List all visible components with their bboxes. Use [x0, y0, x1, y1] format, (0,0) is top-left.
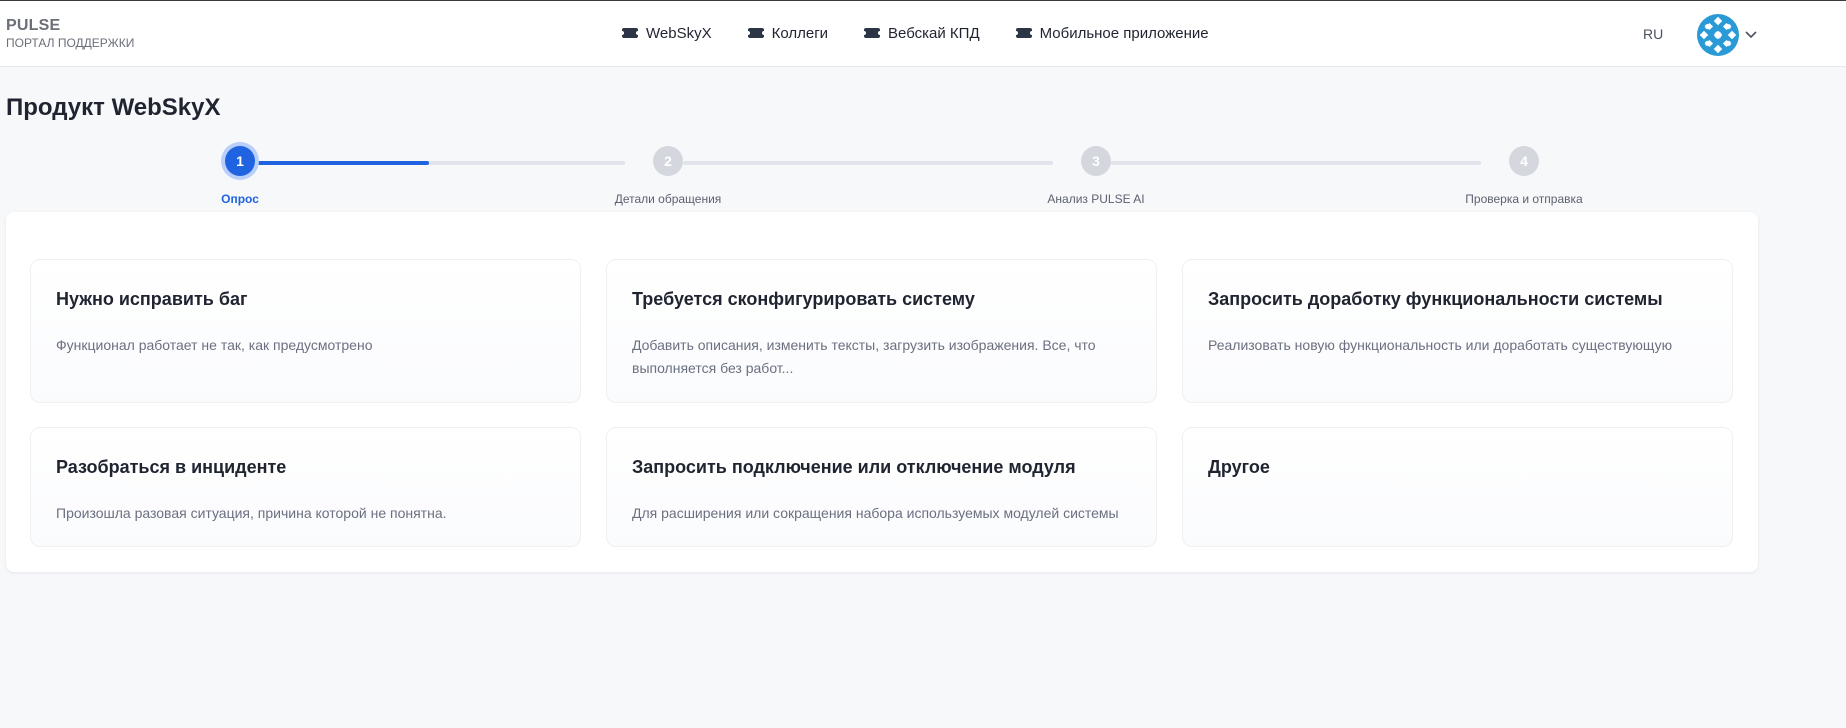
step-3[interactable]: 3 [1081, 146, 1111, 176]
top-header: PULSE ПОРТАЛ ПОДДЕРЖКИ WebSkyX Коллеги В… [0, 0, 1846, 67]
option-description: Произошла разовая ситуация, причина кото… [56, 505, 447, 521]
nav-item-webskyx[interactable]: WebSkyX [620, 23, 712, 43]
ticket-icon [1013, 28, 1034, 38]
step-1-label: Опрос [221, 192, 259, 206]
option-title: Требуется сконфигурировать систему [632, 289, 975, 309]
avatar-pattern-icon [1699, 16, 1737, 54]
option-card-configure-system[interactable]: Требуется сконфигурировать систему Добав… [606, 259, 1157, 403]
main-nav: WebSkyX Коллеги Вебскай КПД Мобильное пр… [620, 23, 1245, 43]
option-title: Разобраться в инциденте [56, 457, 287, 477]
brand-name: PULSE [6, 17, 61, 34]
brand-logo[interactable]: PULSE ПОРТАЛ ПОДДЕРЖКИ [6, 17, 134, 50]
request-type-panel: Нужно исправить баг Функционал работает … [6, 212, 1758, 572]
option-card-feature-request[interactable]: Запросить доработку функциональности сис… [1182, 259, 1733, 403]
nav-item-mobile-app[interactable]: Мобильное приложение [1013, 23, 1209, 43]
nav-item-label: WebSkyX [646, 24, 712, 42]
step-2[interactable]: 2 [653, 146, 683, 176]
progress-stepper: 1 2 3 4 Опрос Детали обращения Анализ PU… [0, 146, 1846, 206]
step-2-label: Детали обращения [614, 192, 722, 206]
chevron-down-icon[interactable] [1744, 27, 1758, 41]
step-4[interactable]: 4 [1509, 146, 1539, 176]
brand-subtitle: ПОРТАЛ ПОДДЕРЖКИ [6, 36, 135, 50]
option-card-other[interactable]: Другое [1182, 427, 1733, 547]
user-avatar[interactable] [1697, 14, 1739, 56]
option-description: Добавить описания, изменить тексты, загр… [632, 337, 1096, 376]
ticket-icon [862, 28, 883, 38]
page-title: Продукт WebSkyX [6, 94, 221, 121]
option-title: Запросить доработку функциональности сис… [1208, 289, 1663, 309]
option-card-module-toggle[interactable]: Запросить подключение или отключение мод… [606, 427, 1157, 547]
ticket-icon [745, 28, 766, 38]
nav-item-label: Мобильное приложение [1039, 24, 1209, 42]
option-card-fix-bug[interactable]: Нужно исправить баг Функционал работает … [30, 259, 581, 403]
stepper-progress-fill [255, 161, 429, 165]
language-switcher[interactable]: RU [1643, 26, 1663, 42]
option-description: Реализовать новую функциональность или д… [1208, 337, 1673, 353]
option-card-incident[interactable]: Разобраться в инциденте Произошла разова… [30, 427, 581, 547]
option-description: Функционал работает не так, как предусмо… [56, 337, 373, 353]
stepper-track-2 [683, 161, 1053, 165]
nav-item-colleagues[interactable]: Коллеги [745, 23, 829, 43]
stepper-track-3 [1111, 161, 1481, 165]
nav-item-label: Вебскай КПД [888, 24, 980, 42]
nav-item-label: Коллеги [771, 24, 829, 42]
option-title: Другое [1208, 457, 1270, 477]
step-4-label: Проверка и отправка [1465, 192, 1583, 206]
option-title: Нужно исправить баг [56, 289, 248, 309]
step-1[interactable]: 1 [225, 146, 255, 176]
nav-item-webskay-kpd[interactable]: Вебскай КПД [862, 23, 980, 43]
option-title: Запросить подключение или отключение мод… [632, 457, 1076, 477]
ticket-icon [620, 28, 640, 38]
step-3-label: Анализ PULSE AI [1047, 192, 1145, 206]
option-description: Для расширения или сокращения набора исп… [632, 505, 1119, 521]
